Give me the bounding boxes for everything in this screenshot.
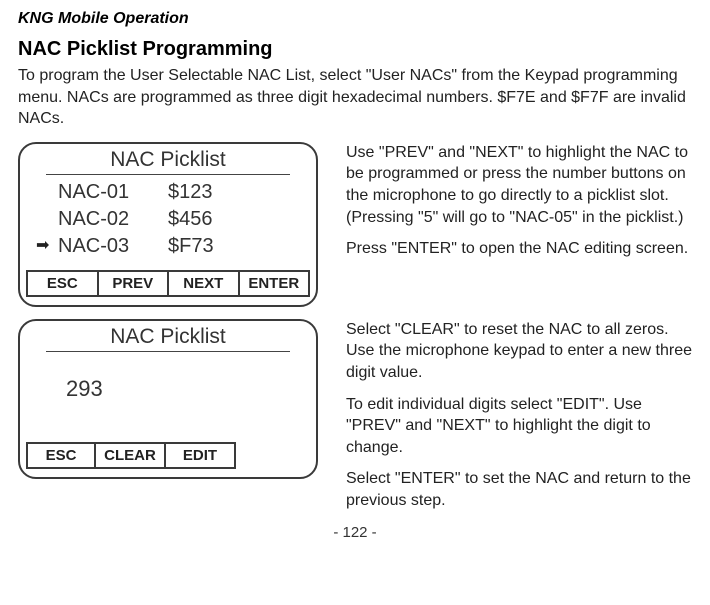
screen-buttons: ESC PREV NEXT ENTER — [20, 270, 316, 305]
esc-button[interactable]: ESC — [26, 270, 99, 297]
instruction-text: Use "PREV" and "NEXT" to highlight the N… — [346, 144, 688, 204]
prev-button[interactable]: PREV — [99, 270, 170, 297]
instruction-text: Press "ENTER" to open the NAC editing sc… — [346, 238, 692, 260]
esc-button[interactable]: ESC — [26, 442, 96, 469]
intro-text: To program the User Selectable NAC List,… — [18, 65, 692, 130]
nac-row: NAC-01 $123 — [36, 179, 300, 206]
arrow-icon: ➡ — [36, 235, 58, 257]
screen-picklist-title: NAC Picklist — [46, 144, 290, 175]
screen-buttons: ESC CLEAR EDIT — [20, 442, 316, 477]
header-operation: KNG Mobile Operation — [18, 10, 692, 28]
screen-edit-body: 293 — [20, 352, 316, 442]
nac-label: NAC-01 — [58, 179, 168, 206]
nac-edit-value: 293 — [36, 356, 300, 422]
edit-button[interactable]: EDIT — [166, 442, 236, 469]
instruction-text: Select "CLEAR" to reset the NAC to all z… — [346, 319, 692, 384]
nac-row: NAC-02 $456 — [36, 206, 300, 233]
screen-edit-title: NAC Picklist — [46, 321, 290, 352]
clear-button[interactable]: CLEAR — [96, 442, 166, 469]
nac-value: $F73 — [168, 233, 248, 260]
page-number: - 122 - — [18, 524, 692, 541]
screen-picklist: NAC Picklist NAC-01 $123 NAC-02 $456 ➡ N… — [18, 142, 318, 307]
nac-label: NAC-03 — [58, 233, 168, 260]
instruction-text: (Pressing "5" will go to "NAC-05" in the… — [346, 209, 684, 226]
screen-picklist-body: NAC-01 $123 NAC-02 $456 ➡ NAC-03 $F73 — [20, 175, 316, 270]
instructions-block-2: Select "CLEAR" to reset the NAC to all z… — [346, 319, 692, 512]
enter-button[interactable]: ENTER — [240, 270, 311, 297]
section-title: NAC Picklist Programming — [18, 38, 692, 61]
instruction-text: Select "ENTER" to set the NAC and return… — [346, 468, 692, 511]
next-button[interactable]: NEXT — [169, 270, 240, 297]
nac-value: $456 — [168, 206, 248, 233]
nac-row: ➡ NAC-03 $F73 — [36, 233, 300, 260]
instructions-block-1: Use "PREV" and "NEXT" to highlight the N… — [346, 142, 692, 260]
screen-edit: NAC Picklist 293 ESC CLEAR EDIT — [18, 319, 318, 479]
nac-label: NAC-02 — [58, 206, 168, 233]
instruction-text: To edit individual digits select "EDIT".… — [346, 394, 692, 459]
nac-value: $123 — [168, 179, 248, 206]
